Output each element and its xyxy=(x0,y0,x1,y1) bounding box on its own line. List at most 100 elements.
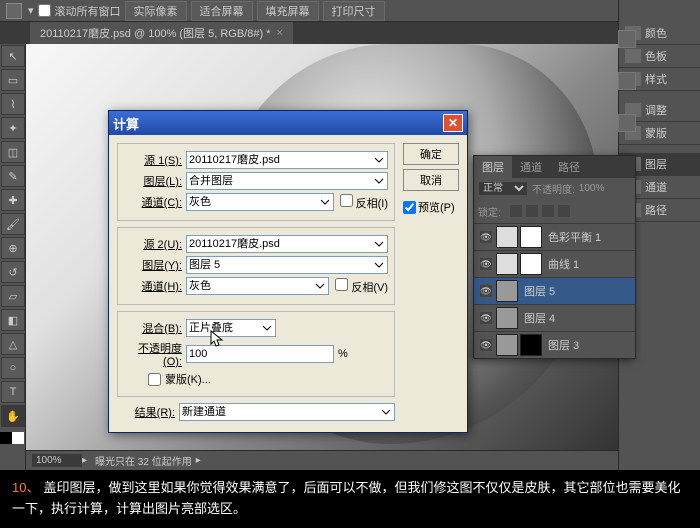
document-tab[interactable]: 20110217磨皮.psd @ 100% (图层 5, RGB/8#) * × xyxy=(30,22,293,44)
lock-all-icon[interactable] xyxy=(557,204,571,218)
source2-group: 源 2(U):20110217磨皮.psd 图层(Y):图层 5 通道(H):灰… xyxy=(117,227,395,305)
layer-row[interactable]: 👁 图层 5 xyxy=(474,277,635,304)
layer2-select[interactable]: 图层 5 xyxy=(186,256,388,274)
invert1-label: 反相(I) xyxy=(356,198,388,210)
wand-tool-icon[interactable]: ✦ xyxy=(1,117,25,139)
step-number: 10、 xyxy=(12,480,39,495)
fill-screen-button[interactable]: 填充屏幕 xyxy=(257,1,319,21)
tab-paths[interactable]: 路径 xyxy=(550,156,588,178)
invert2-label: 反相(V) xyxy=(351,282,388,294)
visibility-icon[interactable]: 👁 xyxy=(479,311,493,325)
channel2-label: 通道(H): xyxy=(124,278,182,294)
blend-group: 混合(B):正片叠底 不透明度(O):% 蒙版(K)... xyxy=(117,311,395,397)
source1-label: 源 1(S): xyxy=(124,152,182,168)
color-swatches[interactable] xyxy=(0,432,25,444)
tutorial-caption: 10、盖印图层，做到这里如果你觉得效果满意了，后面可以不做，但我们修这图不仅仅是… xyxy=(0,470,700,528)
ok-button[interactable]: 确定 xyxy=(403,143,459,165)
hand-tool-icon[interactable]: ✋ xyxy=(1,405,25,427)
print-size-button[interactable]: 打印尺寸 xyxy=(323,1,385,21)
result-label: 结果(R): xyxy=(117,404,175,420)
close-tab-icon[interactable]: × xyxy=(276,27,282,39)
arrow-icon: ▾ xyxy=(28,4,34,17)
invert1-checkbox[interactable] xyxy=(340,194,353,207)
layers-panel-tabs: 图层 通道 路径 xyxy=(474,156,635,178)
layer-row[interactable]: 👁 曲线 1 xyxy=(474,250,635,277)
dialog-titlebar[interactable]: 计算 ✕ xyxy=(109,111,467,135)
scroll-all-checkbox[interactable] xyxy=(38,4,51,17)
result-select[interactable]: 新建通道 xyxy=(179,403,395,421)
visibility-icon[interactable]: 👁 xyxy=(479,257,493,271)
layer-row[interactable]: 👁 图层 4 xyxy=(474,304,635,331)
blend-mode-select[interactable]: 正常 xyxy=(478,181,528,196)
dodge-tool-icon[interactable]: ○ xyxy=(1,357,25,379)
actual-pixels-button[interactable]: 实际像素 xyxy=(125,1,187,21)
history-brush-tool-icon[interactable]: ↺ xyxy=(1,261,25,283)
mask-thumb xyxy=(520,253,542,275)
invert2-checkbox[interactable] xyxy=(335,278,348,291)
lock-transparency-icon[interactable] xyxy=(509,204,523,218)
layer-thumb xyxy=(496,226,518,248)
lock-position-icon[interactable] xyxy=(541,204,555,218)
close-icon[interactable]: ✕ xyxy=(443,114,463,132)
eraser-tool-icon[interactable]: ▱ xyxy=(1,285,25,307)
status-menu-icon[interactable]: ▸ xyxy=(196,455,201,466)
preview-label: 预览(P) xyxy=(418,199,455,215)
opacity-label: 不透明度: xyxy=(532,181,575,196)
dialog-title: 计算 xyxy=(113,114,139,133)
layer2-label: 图层(Y): xyxy=(124,257,182,273)
layer1-select[interactable]: 合并图层 xyxy=(186,172,388,190)
layer-thumb xyxy=(496,280,518,302)
zoom-level[interactable]: 100% xyxy=(32,454,82,467)
blending-select[interactable]: 正片叠底 xyxy=(186,319,276,337)
channel1-select[interactable]: 灰色 xyxy=(186,193,334,211)
visibility-icon[interactable]: 👁 xyxy=(479,338,493,352)
cancel-button[interactable]: 取消 xyxy=(403,169,459,191)
heal-tool-icon[interactable]: ✚ xyxy=(1,189,25,211)
layer-thumb xyxy=(496,253,518,275)
lock-label: 锁定: xyxy=(478,204,501,219)
type-tool-icon[interactable]: T xyxy=(1,381,25,403)
stamp-tool-icon[interactable]: ⊕ xyxy=(1,237,25,259)
layers-options: 正常 不透明度: 100% xyxy=(474,178,635,199)
tab-channels[interactable]: 通道 xyxy=(512,156,550,178)
percent-label: % xyxy=(338,348,348,360)
mask-label: 蒙版(K)... xyxy=(165,371,211,387)
gradient-tool-icon[interactable]: ◧ xyxy=(1,309,25,331)
source1-select[interactable]: 20110217磨皮.psd xyxy=(186,151,388,169)
channel1-label: 通道(C): xyxy=(124,194,182,210)
source2-select[interactable]: 20110217磨皮.psd xyxy=(186,235,388,253)
layers-flyout-panel: 图层 通道 路径 正常 不透明度: 100% 锁定: 👁色彩平衡 1 👁 曲线 1… xyxy=(473,155,636,359)
status-arrow-icon[interactable]: ▸ xyxy=(82,455,87,466)
brush-tool-icon[interactable]: 🖌 xyxy=(1,213,25,235)
eyedropper-tool-icon[interactable]: ✎ xyxy=(1,165,25,187)
layer-name: 图层 3 xyxy=(548,337,579,353)
blur-tool-icon[interactable]: △ xyxy=(1,333,25,355)
caption-text: 盖印图层，做到这里如果你觉得效果满意了，后面可以不做，但我们修这图不仅仅是皮肤，… xyxy=(12,480,680,516)
channel2-select[interactable]: 灰色 xyxy=(186,277,329,295)
lasso-tool-icon[interactable]: ⌇ xyxy=(1,93,25,115)
panel-icon[interactable] xyxy=(618,114,636,132)
move-tool-icon[interactable]: ↖ xyxy=(1,45,25,67)
fit-screen-button[interactable]: 适合屏幕 xyxy=(191,1,253,21)
panel-icon[interactable] xyxy=(618,30,636,48)
layer-row[interactable]: 👁 图层 3 xyxy=(474,331,635,358)
lock-pixels-icon[interactable] xyxy=(525,204,539,218)
visibility-icon[interactable]: 👁 xyxy=(479,230,493,244)
layer-thumb xyxy=(496,334,518,356)
marquee-tool-icon[interactable]: ▭ xyxy=(1,69,25,91)
opacity-value[interactable]: 100% xyxy=(579,183,605,194)
layer-name: 图层 4 xyxy=(524,310,555,326)
layer-name: 曲线 1 xyxy=(548,256,579,272)
layer-name: 图层 5 xyxy=(524,283,555,299)
tab-layers[interactable]: 图层 xyxy=(474,156,512,178)
collapsed-panel-icons xyxy=(618,22,638,132)
panel-icon[interactable] xyxy=(618,72,636,90)
crop-tool-icon[interactable]: ◫ xyxy=(1,141,25,163)
mask-checkbox[interactable] xyxy=(148,373,161,386)
status-bar: 100% ▸ 曝光只在 32 位起作用 ▸ xyxy=(26,450,618,470)
layer-row[interactable]: 👁色彩平衡 1 xyxy=(474,223,635,250)
visibility-icon[interactable]: 👁 xyxy=(479,284,493,298)
opacity-input[interactable] xyxy=(186,345,334,363)
hand-tool-icon[interactable] xyxy=(6,3,22,19)
preview-checkbox[interactable] xyxy=(403,201,416,214)
